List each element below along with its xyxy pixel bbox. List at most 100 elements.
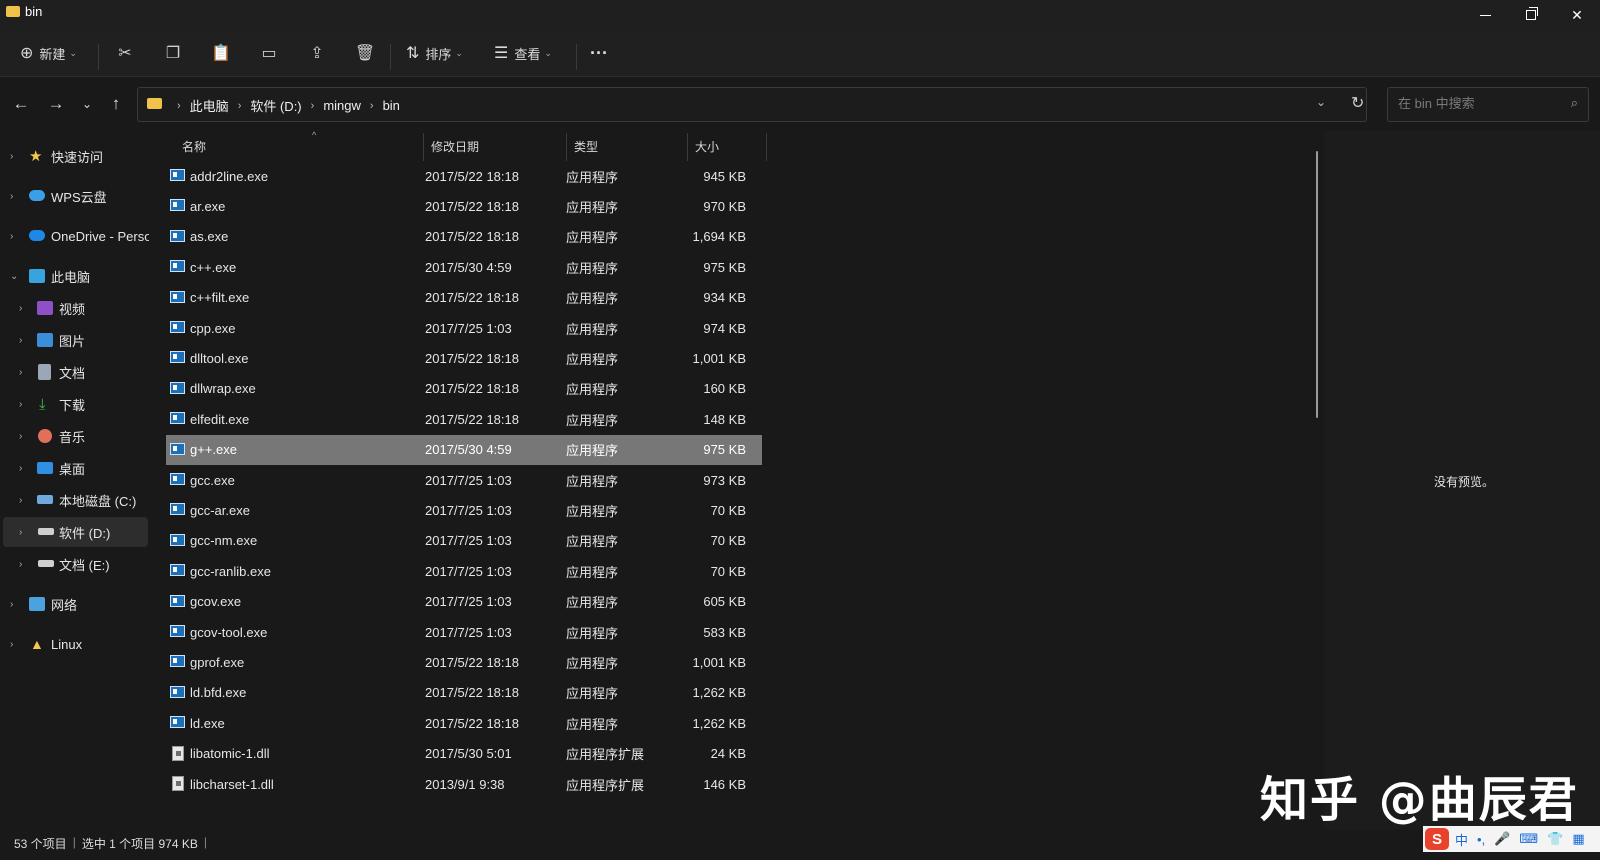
file-row[interactable]: as.exe 2017/5/22 18:18 应用程序 1,694 KB — [166, 222, 762, 252]
toolbox-icon[interactable]: ▦ — [1572, 831, 1584, 847]
chevron-right-icon[interactable]: › — [10, 191, 13, 202]
column-divider[interactable] — [566, 133, 567, 161]
sidebar-item-downloads[interactable]: › ⤓ 下载 — [0, 389, 148, 419]
sidebar-item-linux[interactable]: › ▲ Linux — [0, 629, 148, 659]
forward-button[interactable]: → — [42, 90, 70, 118]
file-row[interactable]: gcov.exe 2017/7/25 1:03 应用程序 605 KB — [166, 587, 762, 617]
sidebar-item-network[interactable]: › 网络 — [0, 589, 148, 619]
sidebar-item-drive-d[interactable]: › 软件 (D:) — [3, 517, 148, 547]
file-row[interactable]: gcc-ranlib.exe 2017/7/25 1:03 应用程序 70 KB — [166, 556, 762, 586]
breadcrumb-mingw[interactable]: mingw — [323, 98, 361, 113]
chevron-down-icon[interactable]: ⌄ — [1316, 95, 1326, 109]
breadcrumb-this-pc[interactable]: 此电脑 — [190, 96, 229, 115]
breadcrumb-drive-d[interactable]: 软件 (D:) — [250, 96, 301, 115]
microphone-icon[interactable]: 🎤 — [1494, 831, 1510, 847]
column-divider[interactable] — [423, 133, 424, 161]
sidebar-item-music[interactable]: › 音乐 — [0, 421, 148, 451]
exe-file-icon — [170, 473, 185, 485]
sidebar-item-videos[interactable]: › 视频 — [0, 293, 148, 323]
chevron-right-icon[interactable]: › — [370, 100, 374, 112]
scrollbar[interactable] — [1316, 151, 1318, 418]
chevron-right-icon[interactable]: › — [19, 527, 22, 538]
view-button[interactable]: ☰ 查看 ⌄ — [494, 38, 552, 68]
cut-button[interactable]: ✂ — [110, 38, 140, 68]
column-header-type[interactable]: 类型 — [574, 131, 598, 161]
file-row[interactable]: dllwrap.exe 2017/5/22 18:18 应用程序 160 KB — [166, 374, 762, 404]
column-header-name[interactable]: 名称 ^ — [182, 131, 427, 161]
file-row[interactable]: gcc-ar.exe 2017/7/25 1:03 应用程序 70 KB — [166, 495, 762, 525]
column-header-size[interactable]: 大小 — [695, 131, 719, 161]
chevron-right-icon[interactable]: › — [19, 335, 22, 346]
copy-button[interactable]: ❐ — [158, 38, 188, 68]
file-row[interactable]: libatomic-1.dll 2017/5/30 5:01 应用程序扩展 24 KB — [166, 739, 762, 769]
close-button[interactable]: ✕ — [1554, 0, 1600, 30]
chevron-right-icon[interactable]: › — [10, 599, 13, 610]
file-row[interactable]: ar.exe 2017/5/22 18:18 应用程序 970 KB — [166, 191, 762, 221]
sidebar-item-desktop[interactable]: › 桌面 — [0, 453, 148, 483]
breadcrumb-bin[interactable]: bin — [383, 98, 400, 113]
file-row[interactable]: gcc-nm.exe 2017/7/25 1:03 应用程序 70 KB — [166, 526, 762, 556]
chevron-down-icon[interactable]: ⌄ — [10, 271, 18, 282]
file-row[interactable]: gcov-tool.exe 2017/7/25 1:03 应用程序 583 KB — [166, 617, 762, 647]
chevron-right-icon[interactable]: › — [10, 231, 13, 242]
rename-button[interactable]: ▭ — [254, 38, 284, 68]
search-icon[interactable]: ⌕ — [1571, 95, 1578, 111]
up-button[interactable]: ↑ — [102, 90, 130, 118]
chevron-right-icon[interactable]: › — [311, 100, 315, 112]
sidebar-item-drive-c[interactable]: › 本地磁盘 (C:) — [0, 485, 148, 515]
delete-button[interactable]: 🗑 — [350, 38, 380, 68]
sidebar-item-pictures[interactable]: › 图片 — [0, 325, 148, 355]
sidebar-item-this-pc[interactable]: ⌄ 此电脑 — [0, 261, 148, 291]
file-row[interactable]: ld.exe 2017/5/22 18:18 应用程序 1,262 KB — [166, 708, 762, 738]
file-row[interactable]: c++filt.exe 2017/5/22 18:18 应用程序 934 KB — [166, 283, 762, 313]
address-bar[interactable]: › 此电脑 › 软件 (D:) › mingw › bin ⌄ ↻ — [137, 87, 1367, 122]
ime-toolbar[interactable]: S 中 •, 🎤 ⌨ 👕 ▦ — [1423, 826, 1600, 852]
share-button[interactable]: ⇪ — [302, 38, 332, 68]
sidebar-item-documents[interactable]: › 文档 — [0, 357, 148, 387]
file-type: 应用程序 — [566, 716, 619, 732]
more-options-button[interactable]: ··· — [590, 38, 608, 68]
minimize-button[interactable] — [1462, 0, 1508, 30]
file-row[interactable]: libcharset-1.dll 2013/9/1 9:38 应用程序扩展 146 K… — [166, 769, 762, 799]
column-header-date[interactable]: 修改日期 — [431, 131, 479, 161]
column-divider[interactable] — [766, 133, 767, 161]
back-button[interactable]: ← — [7, 90, 35, 118]
search-box[interactable]: ⌕ — [1387, 87, 1589, 122]
keyboard-icon[interactable]: ⌨ — [1519, 831, 1538, 847]
refresh-icon[interactable]: ↻ — [1351, 93, 1364, 113]
chevron-right-icon[interactable]: › — [19, 367, 22, 378]
paste-button[interactable]: 📋 — [206, 38, 236, 68]
chevron-right-icon[interactable]: › — [19, 559, 22, 570]
chevron-right-icon[interactable]: › — [19, 431, 22, 442]
chevron-right-icon[interactable]: › — [19, 303, 22, 314]
file-row[interactable]: elfedit.exe 2017/5/22 18:18 应用程序 148 KB — [166, 404, 762, 434]
sort-button[interactable]: ⇅ 排序 ⌄ — [406, 38, 463, 68]
chevron-right-icon[interactable]: › — [10, 151, 13, 162]
restore-button[interactable] — [1508, 0, 1554, 30]
chevron-right-icon[interactable]: › — [19, 463, 22, 474]
exe-file-icon — [170, 564, 185, 577]
sidebar-item-drive-e[interactable]: › 文档 (E:) — [0, 549, 148, 579]
search-input[interactable] — [1396, 95, 1560, 112]
sidebar-item-onedrive[interactable]: › OneDrive - Perso — [0, 221, 149, 251]
chevron-right-icon[interactable]: › — [10, 639, 13, 650]
file-row[interactable]: dlltool.exe 2017/5/22 18:18 应用程序 1,001 KB — [166, 343, 762, 373]
new-button[interactable]: ⊕ 新建 ⌄ — [20, 38, 77, 68]
file-row[interactable]: cpp.exe 2017/7/25 1:03 应用程序 974 KB — [166, 313, 762, 343]
punctuation-icon[interactable]: •, — [1477, 832, 1485, 847]
file-row[interactable]: gcc.exe 2017/7/25 1:03 应用程序 973 KB — [166, 465, 762, 495]
file-row[interactable]: ld.bfd.exe 2017/5/22 18:18 应用程序 1,262 KB — [166, 678, 762, 708]
column-divider[interactable] — [687, 133, 688, 161]
recent-locations-button[interactable]: ⌄ — [73, 90, 101, 118]
skin-icon[interactable]: 👕 — [1547, 831, 1563, 847]
chevron-right-icon[interactable]: › — [19, 399, 22, 410]
file-row[interactable]: c++.exe 2017/5/30 4:59 应用程序 975 KB — [166, 252, 762, 282]
file-row[interactable]: g++.exe 2017/5/30 4:59 应用程序 975 KB — [166, 434, 762, 465]
sidebar-item-quick-access[interactable]: › ★ 快速访问 — [0, 141, 148, 171]
chevron-right-icon[interactable]: › — [238, 100, 242, 112]
sidebar-item-wps-cloud[interactable]: › WPS云盘 — [0, 181, 148, 211]
file-row[interactable]: addr2line.exe 2017/5/22 18:18 应用程序 945 KB — [166, 161, 762, 191]
file-row[interactable]: gprof.exe 2017/5/22 18:18 应用程序 1,001 KB — [166, 647, 762, 677]
chevron-right-icon[interactable]: › — [19, 495, 22, 506]
ime-mode[interactable]: 中 — [1455, 830, 1468, 849]
